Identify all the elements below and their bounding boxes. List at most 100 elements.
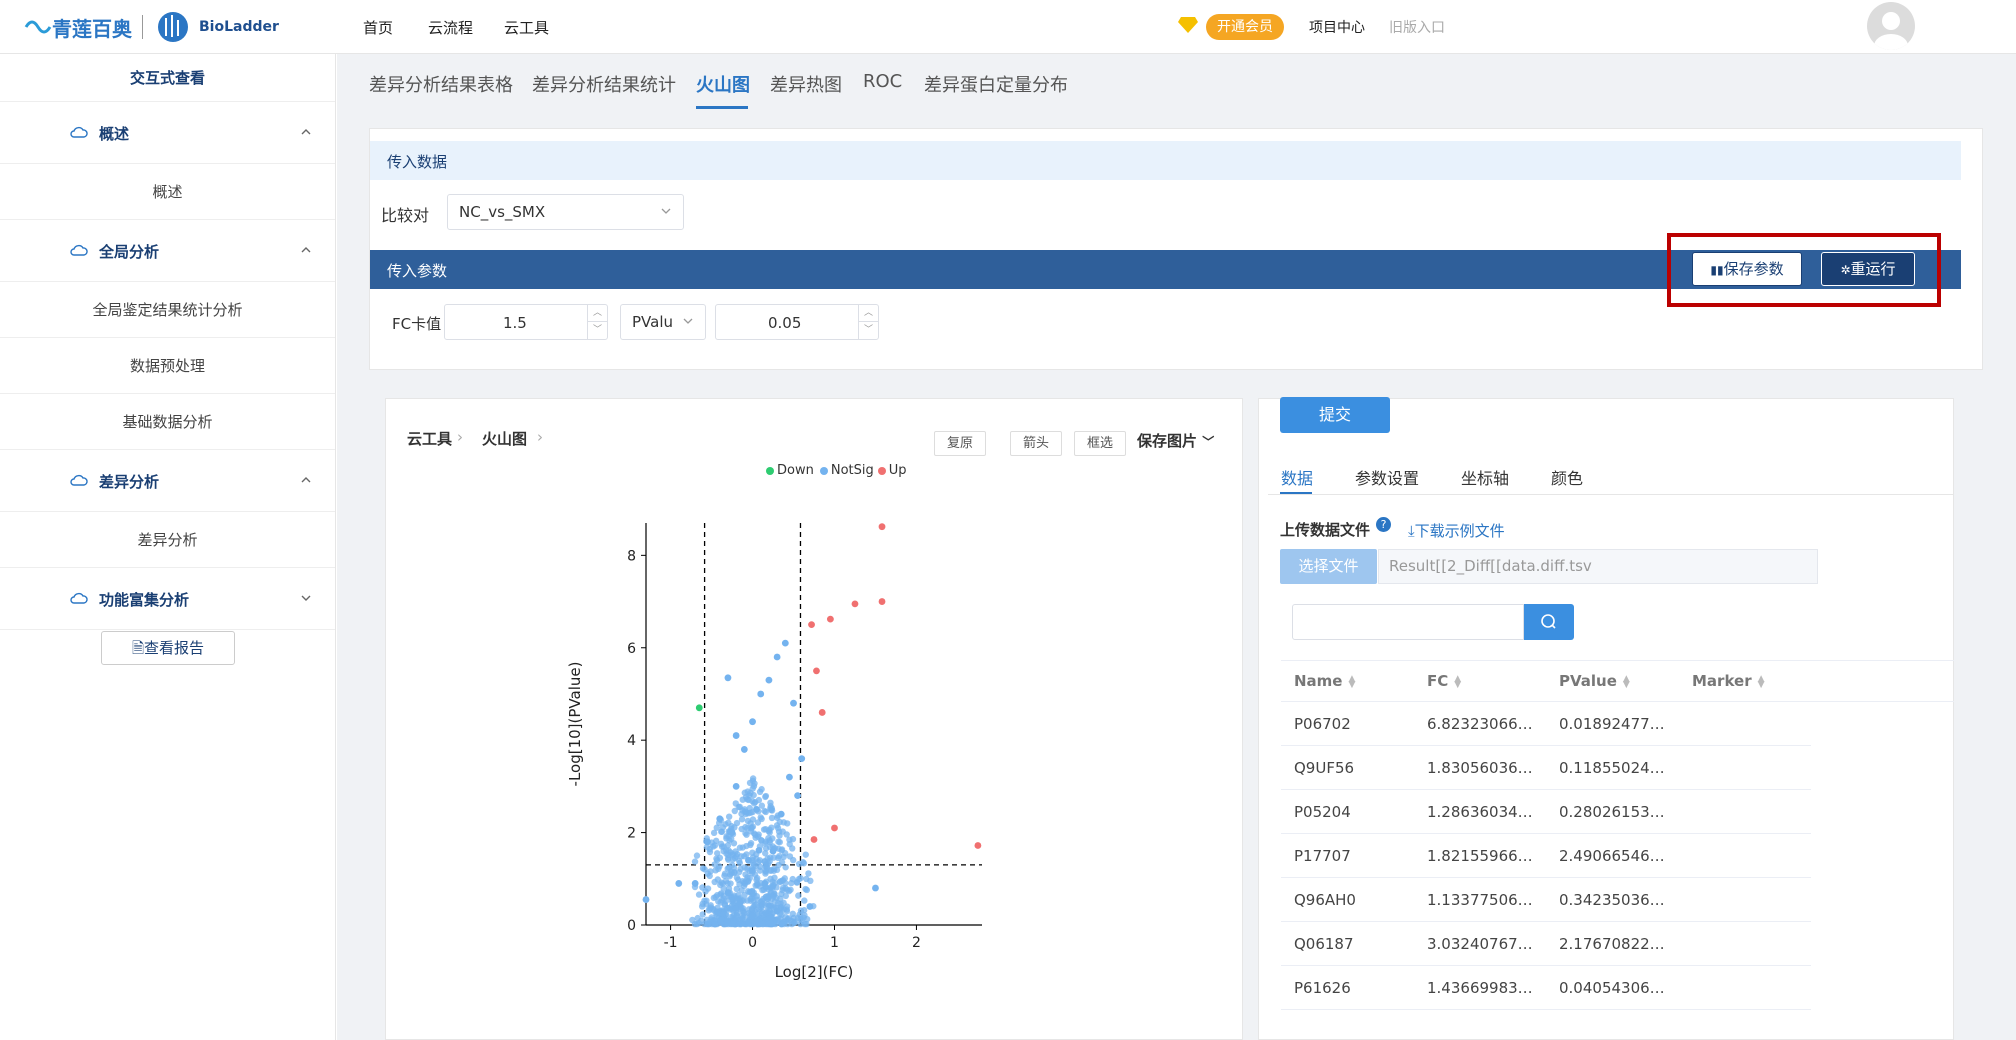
sidebar: 交互式查看 概述 概述 全局分析 全局鉴定结果统计分析 数据预处理 基础数据分析… — [0, 54, 336, 1040]
col-header-fc[interactable]: FC ▲ ▼ — [1427, 672, 1461, 690]
tab-quant-dist[interactable]: 差异蛋白定量分布 — [924, 71, 1068, 97]
old-version-link[interactable]: 旧版入口 — [1389, 17, 1445, 37]
data-point-notsig — [747, 895, 754, 902]
sidebar-item-preprocess[interactable]: 数据预处理 — [0, 338, 335, 394]
sort-icon[interactable]: ▲ ▼ — [1348, 674, 1355, 689]
data-point-notsig — [737, 920, 744, 928]
tab-data[interactable]: 数据 — [1281, 465, 1313, 489]
fc-input[interactable]: 1.5 ︿ ﹀ — [444, 304, 608, 340]
x-tick-label: 0 — [748, 935, 757, 951]
decrement-icon[interactable]: ﹀ — [858, 322, 878, 339]
sidebar-item-overview[interactable]: 概述 — [0, 164, 335, 220]
sort-icon[interactable]: ▲ ▼ — [1623, 674, 1630, 689]
col-header-name[interactable]: Name ▲ ▼ — [1294, 672, 1355, 690]
reset-button[interactable]: 复原 — [934, 431, 986, 456]
view-report-button[interactable]: 🗎查看报告 — [101, 631, 235, 665]
table-row[interactable] — [1281, 878, 1811, 922]
arrow-button[interactable]: 箭头 — [1010, 431, 1062, 456]
data-point-notsig — [699, 865, 707, 872]
sidebar-group-global[interactable]: 全局分析 — [0, 220, 335, 282]
x-tick-label: -1 — [664, 935, 678, 951]
data-point-notsig — [642, 896, 650, 903]
nav-cloud-tools[interactable]: 云工具 — [504, 17, 549, 38]
data-point-notsig — [745, 856, 752, 864]
sidebar-item-diff[interactable]: 差异分析 — [0, 512, 335, 568]
data-point-notsig — [732, 782, 740, 790]
tab-diff-table[interactable]: 差异分析结果表格 — [369, 71, 513, 97]
data-point-notsig — [724, 674, 732, 682]
nav-cloud-pipeline[interactable]: 云流程 — [428, 17, 473, 38]
sidebar-group-overview[interactable]: 概述 — [0, 102, 335, 164]
breadcrumb-cloud-tools[interactable]: 云工具 — [407, 428, 452, 449]
choose-file-button[interactable]: 选择文件 — [1280, 549, 1377, 584]
col-header-pvalue[interactable]: PValue ▲ ▼ — [1559, 672, 1630, 690]
table-row[interactable] — [1281, 834, 1811, 878]
sidebar-group-label: 功能富集分析 — [99, 591, 190, 609]
data-point-notsig — [724, 889, 732, 897]
sidebar-group-enrichment[interactable]: 功能富集分析 — [0, 568, 335, 630]
y-tick-label: 2 — [627, 826, 636, 842]
breadcrumb-volcano[interactable]: 火山图 — [482, 428, 527, 449]
data-point-notsig — [727, 880, 734, 887]
x-tick-label: 2 — [912, 935, 921, 951]
project-center-link[interactable]: 项目中心 — [1309, 17, 1365, 37]
sort-icon[interactable]: ▲ ▼ — [1758, 674, 1765, 689]
sidebar-item-global-stats[interactable]: 全局鉴定结果统计分析 — [0, 282, 335, 338]
tab-volcano[interactable]: 火山图 — [696, 71, 750, 97]
data-point-notsig — [736, 898, 744, 906]
legend-label: Up — [888, 463, 907, 478]
increment-icon[interactable]: ︿ — [858, 305, 878, 322]
avatar[interactable] — [1867, 2, 1915, 50]
compare-select[interactable]: NC_vs_SMX — [447, 194, 684, 230]
decrement-icon[interactable]: ﹀ — [587, 322, 607, 339]
box-select-button[interactable]: 框选 — [1074, 431, 1126, 456]
sort-icon[interactable]: ▲ ▼ — [1454, 674, 1461, 689]
tab-roc[interactable]: ROC — [863, 71, 902, 92]
tab-heatmap[interactable]: 差异热图 — [770, 71, 842, 97]
p-type-value: PValu — [632, 313, 674, 331]
chevron-down-icon[interactable] — [300, 592, 312, 604]
table-cell: 0.01892477… — [1559, 715, 1665, 733]
chevron-up-icon[interactable] — [300, 244, 312, 256]
table-cell: 0.28026153… — [1559, 803, 1665, 821]
data-point-notsig — [789, 845, 796, 852]
increment-icon[interactable]: ︿ — [587, 305, 607, 322]
logo[interactable]: 青莲百奥 BioLadder — [22, 10, 279, 44]
table-row[interactable] — [1281, 922, 1811, 966]
chevron-down-icon — [683, 318, 693, 324]
data-point-notsig — [716, 815, 724, 823]
tab-color[interactable]: 颜色 — [1551, 465, 1583, 489]
tab-diff-stats[interactable]: 差异分析结果统计 — [532, 71, 676, 97]
help-icon[interactable]: ? — [1376, 517, 1391, 532]
data-point-notsig — [780, 918, 788, 926]
p-value-input[interactable]: 0.05 ︿ ﹀ — [715, 304, 879, 340]
vip-button[interactable]: 开通会员 — [1206, 14, 1284, 40]
data-point-notsig — [756, 920, 763, 928]
sidebar-group-diff[interactable]: 差异分析 — [0, 450, 335, 512]
tab-param-settings[interactable]: 参数设置 — [1355, 465, 1419, 489]
cloud-icon — [70, 592, 88, 604]
download-example-link[interactable]: ⤓下载示例文件 — [1408, 520, 1505, 541]
sidebar-item-basic-analysis[interactable]: 基础数据分析 — [0, 394, 335, 450]
search-input[interactable] — [1292, 604, 1524, 640]
data-point-notsig — [751, 780, 758, 787]
table-row[interactable] — [1281, 746, 1811, 790]
tab-axis[interactable]: 坐标轴 — [1461, 465, 1509, 489]
search-button[interactable] — [1524, 604, 1574, 640]
data-point-notsig — [734, 850, 741, 858]
p-type-select[interactable]: PValu — [620, 304, 706, 340]
upload-label: 上传数据文件 — [1280, 521, 1371, 539]
chevron-up-icon[interactable] — [300, 474, 312, 486]
table-row[interactable] — [1281, 790, 1811, 834]
data-point-notsig — [762, 893, 770, 900]
volcano-plot[interactable]: 0 2 4 6 8 -1 0 1 2 Log[2](FC) -Log[10](PValue) — [560, 500, 990, 990]
submit-button[interactable]: 提交 — [1280, 397, 1390, 433]
save-image-dropdown[interactable]: 保存图片 ﹀ — [1137, 430, 1214, 451]
nav-home[interactable]: 首页 — [363, 17, 393, 38]
chevron-up-icon[interactable] — [300, 126, 312, 138]
data-point-notsig — [749, 912, 756, 920]
compare-value: NC_vs_SMX — [459, 203, 546, 221]
col-header-marker[interactable]: Marker ▲ ▼ — [1692, 672, 1765, 690]
table-row[interactable] — [1281, 966, 1811, 1010]
table-row[interactable] — [1281, 702, 1811, 746]
